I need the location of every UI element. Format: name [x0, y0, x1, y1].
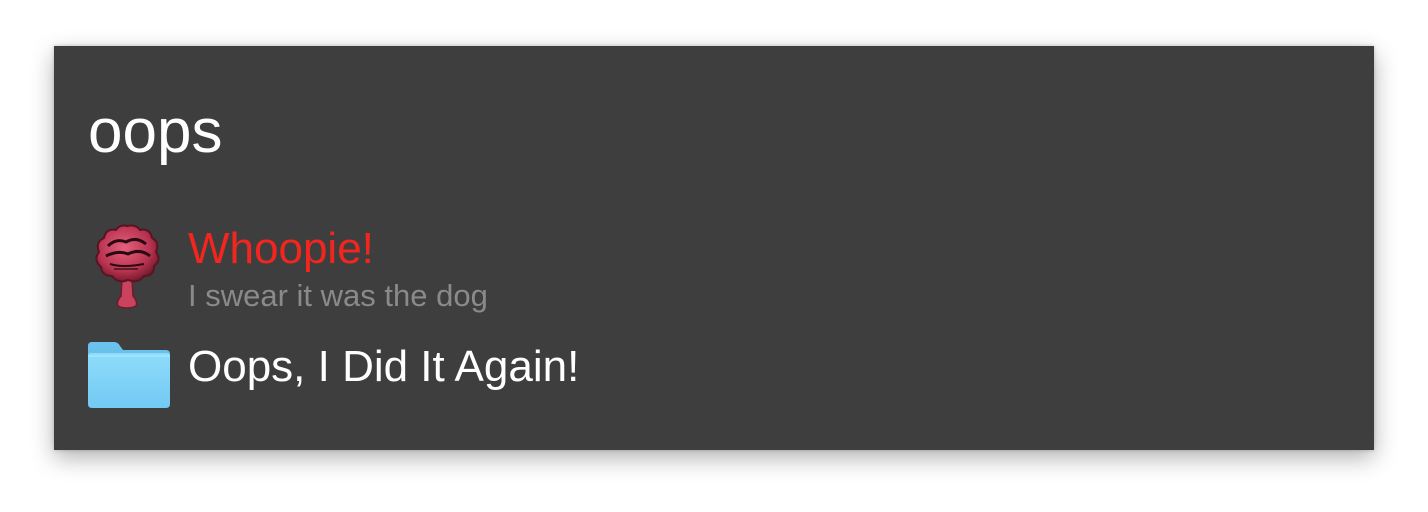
whoopee-cushion-icon [95, 224, 160, 309]
result-title: Whoopie! [188, 224, 374, 273]
launcher-window: oops Whoopie! I swear it was the dog Oop… [54, 46, 1374, 450]
result-item-whoopie[interactable]: Whoopie! I swear it was the dog [84, 220, 1354, 313]
folder-icon [88, 342, 170, 408]
result-item-oops-folder[interactable]: Oops, I Did It Again! [84, 330, 1354, 414]
result-title: Oops, I Did It Again! [188, 342, 580, 391]
search-input[interactable]: oops [88, 96, 222, 168]
result-subtitle: I swear it was the dog [188, 278, 488, 313]
